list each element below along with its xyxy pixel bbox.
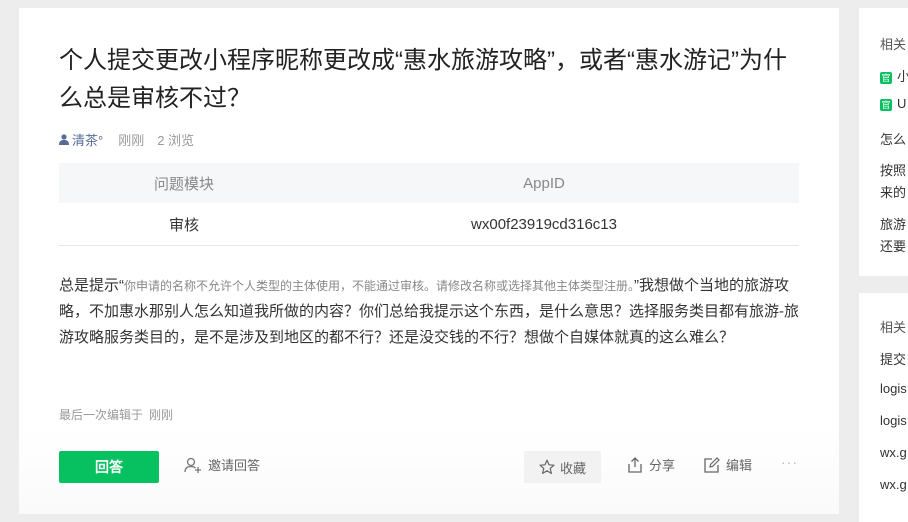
post-time: 刚刚 bbox=[118, 133, 145, 148]
edit-icon bbox=[704, 456, 720, 473]
edit-button[interactable]: 编辑 bbox=[704, 455, 752, 474]
last-edited: 最后一次编辑于 刚刚 bbox=[59, 406, 173, 423]
share-button[interactable]: 分享 bbox=[627, 455, 675, 474]
share-label: 分享 bbox=[649, 458, 676, 473]
official-badge-icon: 官 bbox=[880, 98, 892, 111]
action-bar: 回答 邀请回答 收藏 分享 编辑 ··· bbox=[19, 428, 839, 514]
question-content: 总是提示“你申请的名称不允许个人类型的主体使用，不能通过审核。请修改名称或选择其… bbox=[59, 273, 799, 351]
add-user-icon bbox=[184, 457, 201, 473]
related-item-label: U bbox=[897, 96, 907, 111]
question-card: 个人提交更改小程序昵称更改成“惠水旅游攻略”，或者“惠水游记”为什么总是审核不过… bbox=[19, 8, 839, 514]
user-icon bbox=[59, 134, 69, 145]
related-item-4[interactable]: 按照 bbox=[880, 160, 906, 179]
related-link-5[interactable]: wx.g bbox=[880, 477, 907, 492]
invite-answer-label: 邀请回答 bbox=[208, 458, 261, 473]
share-icon bbox=[628, 456, 642, 473]
invite-answer-button[interactable]: 邀请回答 bbox=[184, 455, 260, 474]
header-module: 问题模块 bbox=[153, 175, 214, 193]
star-icon bbox=[539, 459, 555, 474]
related-panel-2: 相关 提交 logis logis wx.g wx.g bbox=[859, 293, 908, 522]
author-link[interactable]: 清茶° bbox=[59, 130, 103, 149]
table-row: 审核 wx00f23919cd316c13 bbox=[59, 203, 799, 246]
related-item-2[interactable]: 官U bbox=[880, 96, 906, 111]
content-hint: 你申请的名称不允许个人类型的主体使用，不能通过审核。请修改名称或选择其他主体类型… bbox=[124, 279, 635, 293]
cell-module: 审核 bbox=[168, 216, 199, 234]
related-item-5-cont[interactable]: 还要 bbox=[880, 236, 906, 255]
related-heading-2: 相关 bbox=[880, 320, 907, 335]
related-item-5[interactable]: 旅游 bbox=[880, 214, 906, 233]
info-table-header: 问题模块 AppID bbox=[59, 163, 799, 203]
author-name: 清茶° bbox=[72, 133, 104, 148]
edit-label: 编辑 bbox=[726, 458, 753, 473]
related-item-label: 小 bbox=[897, 69, 908, 84]
content-prefix: 总是提示“ bbox=[59, 277, 124, 294]
last-edited-label: 最后一次编辑于 bbox=[59, 408, 144, 422]
related-item-1[interactable]: 官小 bbox=[880, 66, 908, 85]
related-link-4[interactable]: wx.g bbox=[880, 445, 907, 460]
favorite-button[interactable]: 收藏 bbox=[524, 451, 601, 483]
related-questions-panel: 相关 官小 官U 怎么 按照 来的 旅游 还要 bbox=[859, 8, 908, 276]
official-badge-icon: 官 bbox=[880, 71, 892, 84]
view-count: 2 浏览 bbox=[157, 133, 195, 148]
last-edited-time: 刚刚 bbox=[149, 408, 174, 422]
related-link-1[interactable]: 提交 bbox=[880, 349, 906, 368]
question-title: 个人提交更改小程序昵称更改成“惠水旅游攻略”，或者“惠水游记”为什么总是审核不过… bbox=[59, 47, 787, 112]
answer-button[interactable]: 回答 bbox=[59, 451, 159, 483]
related-item-4-cont[interactable]: 来的 bbox=[880, 182, 906, 201]
favorite-label: 收藏 bbox=[559, 460, 586, 476]
related-heading: 相关 bbox=[880, 37, 907, 52]
cell-appid: wx00f23919cd316c13 bbox=[471, 215, 617, 233]
related-link-2[interactable]: logis bbox=[880, 381, 907, 396]
question-meta: 清茶° 刚刚 2 浏览 bbox=[59, 130, 194, 149]
related-link-3[interactable]: logis bbox=[880, 413, 907, 428]
info-table: 问题模块 AppID 审核 wx00f23919cd316c13 bbox=[59, 163, 799, 246]
header-appid: AppID bbox=[523, 174, 565, 192]
more-options-icon[interactable]: ··· bbox=[781, 454, 798, 470]
related-item-3[interactable]: 怎么 bbox=[880, 129, 906, 148]
